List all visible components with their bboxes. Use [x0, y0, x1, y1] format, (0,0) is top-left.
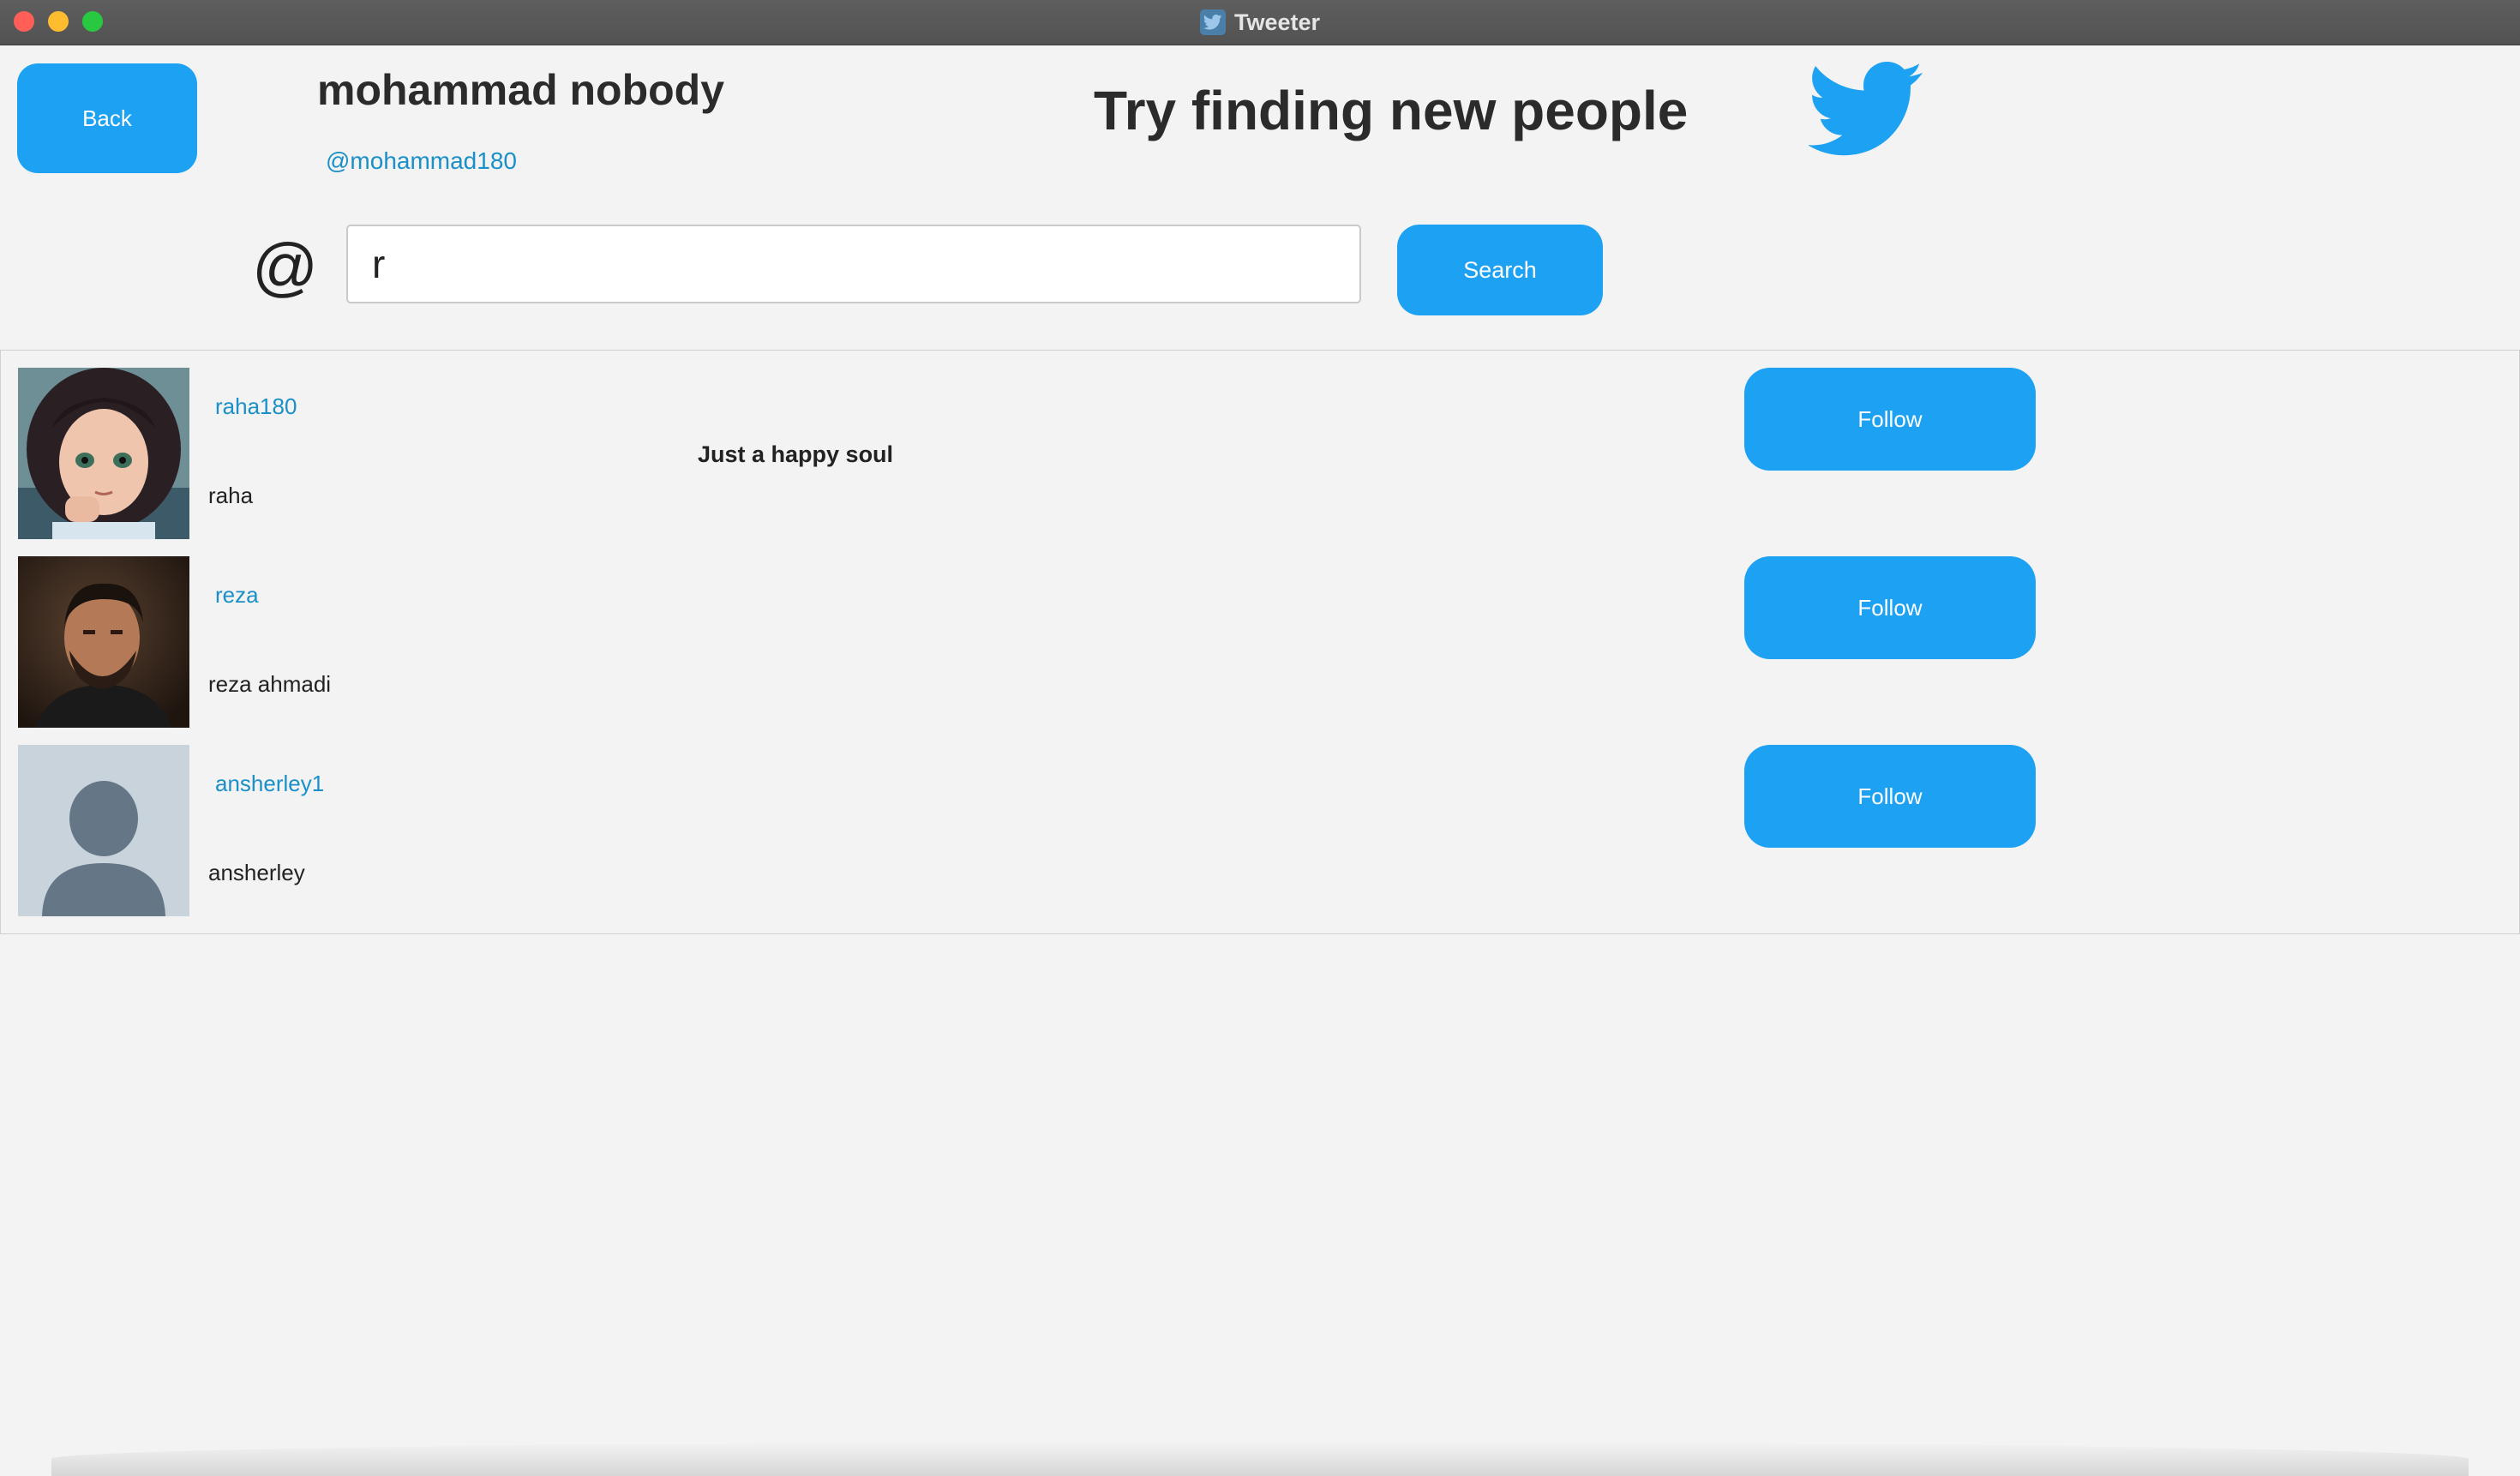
result-username-link[interactable]: raha180 — [215, 393, 297, 420]
default-person-avatar[interactable] — [18, 745, 189, 916]
twitter-bird-icon — [1809, 62, 1923, 156]
search-input[interactable] — [346, 225, 1361, 303]
back-button[interactable]: Back — [17, 63, 197, 173]
result-display-name: ansherley — [208, 860, 305, 885]
follow-button[interactable]: Follow — [1744, 745, 2036, 848]
man-portrait-avatar[interactable] — [18, 556, 189, 728]
follow-button[interactable]: Follow — [1744, 556, 2036, 659]
result-bio: Just a happy soul — [698, 441, 894, 467]
at-symbol-label: @ — [252, 231, 319, 303]
current-user-handle: @mohammad180 — [326, 147, 517, 174]
search-results-list: raha180 raha Just a happy soul Follow re… — [0, 350, 2520, 934]
result-display-name: reza ahmadi — [208, 671, 332, 697]
search-button[interactable]: Search — [1397, 225, 1603, 315]
result-username-link[interactable]: ansherley1 — [215, 771, 324, 797]
current-user-name: mohammad nobody — [317, 66, 725, 114]
title-bar[interactable]: Tweeter — [0, 0, 2520, 45]
window-title: Tweeter — [1233, 9, 1321, 35]
app-window: Tweeter Back mohammad nobody @mohammad18… — [0, 0, 2520, 1476]
window-title-group: Tweeter — [0, 0, 2520, 45]
result-row: ansherley1 ansherley Follow — [1, 728, 2519, 916]
cartoon-girl-avatar[interactable] — [18, 368, 189, 539]
result-row: raha180 raha Just a happy soul Follow — [1, 351, 2519, 539]
tweeter-app-icon — [1199, 9, 1226, 35]
result-username-link[interactable]: reza — [215, 582, 259, 609]
app-bird-icon — [1203, 15, 1222, 30]
result-display-name: raha — [208, 483, 254, 508]
page-title: Try finding new people — [1094, 80, 1689, 141]
follow-button[interactable]: Follow — [1744, 368, 2036, 471]
result-row: reza reza ahmadi Follow — [1, 539, 2519, 728]
window-bottom-shadow — [51, 1442, 2469, 1476]
